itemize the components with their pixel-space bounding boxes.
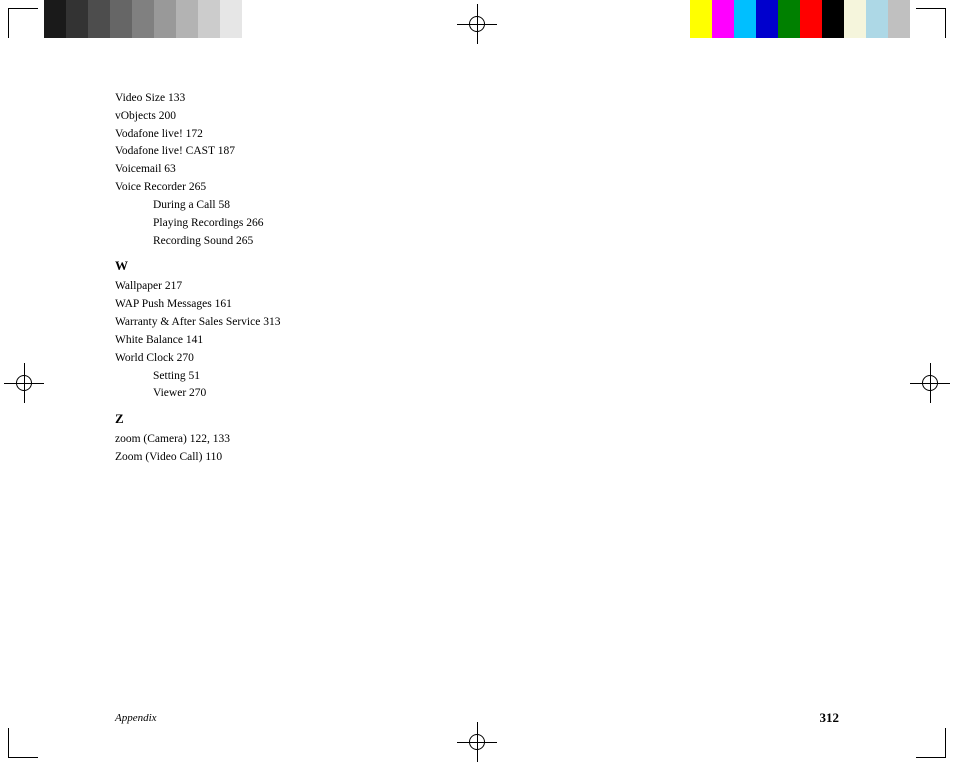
index-entry: Viewer 270 <box>115 385 839 403</box>
color-bar <box>690 0 712 38</box>
crosshair-right <box>910 363 950 403</box>
color-bar <box>88 0 110 38</box>
color-bar <box>132 0 154 38</box>
index-entry: Voicemail 63 <box>115 161 839 179</box>
color-bars-left <box>44 0 264 38</box>
index-entry: World Clock 270 <box>115 350 839 368</box>
color-bar <box>44 0 66 38</box>
color-bar <box>110 0 132 38</box>
index-entry: WAP Push Messages 161 <box>115 296 839 314</box>
index-entry: vObjects 200 <box>115 108 839 126</box>
index-entry: Warranty & After Sales Service 313 <box>115 314 839 332</box>
index-entry: Setting 51 <box>115 368 839 386</box>
index-entry: Voice Recorder 265 <box>115 179 839 197</box>
crosshair-bottom <box>457 722 497 762</box>
index-content: Video Size 133vObjects 200Vodafone live!… <box>115 90 839 467</box>
index-entry: zoom (Camera) 122, 133 <box>115 431 839 449</box>
w-section-letter: W <box>115 256 839 276</box>
crop-mark-tl <box>8 8 38 38</box>
color-bar <box>242 0 264 38</box>
index-entry: Vodafone live! 172 <box>115 126 839 144</box>
color-bar <box>176 0 198 38</box>
color-bar <box>844 0 866 38</box>
index-entry: Wallpaper 217 <box>115 278 839 296</box>
index-entry: Playing Recordings 266 <box>115 215 839 233</box>
index-entry: Vodafone live! CAST 187 <box>115 143 839 161</box>
index-entry: Zoom (Video Call) 110 <box>115 449 839 467</box>
color-bar <box>822 0 844 38</box>
index-entry: White Balance 141 <box>115 332 839 350</box>
index-entry: Video Size 133 <box>115 90 839 108</box>
color-bar <box>712 0 734 38</box>
crosshair-top <box>457 4 497 44</box>
color-bar <box>778 0 800 38</box>
index-entry: Recording Sound 265 <box>115 233 839 251</box>
footer-appendix-label: Appendix <box>115 712 157 724</box>
crop-mark-bl <box>8 728 38 758</box>
crop-mark-tr <box>916 8 946 38</box>
color-bar <box>154 0 176 38</box>
color-bar <box>66 0 88 38</box>
color-bar <box>756 0 778 38</box>
v-section-items: Video Size 133vObjects 200Vodafone live!… <box>115 90 839 250</box>
crosshair-left <box>4 363 44 403</box>
index-entry: During a Call 58 <box>115 197 839 215</box>
footer-page-number: 312 <box>820 710 840 726</box>
crop-mark-br <box>916 728 946 758</box>
z-section-letter: Z <box>115 409 839 429</box>
color-bar <box>198 0 220 38</box>
footer: Appendix 312 <box>0 710 954 726</box>
color-bar <box>734 0 756 38</box>
color-bar <box>888 0 910 38</box>
color-bar <box>220 0 242 38</box>
color-bar <box>866 0 888 38</box>
w-section-items: Wallpaper 217WAP Push Messages 161Warran… <box>115 278 839 403</box>
z-section-items: zoom (Camera) 122, 133Zoom (Video Call) … <box>115 431 839 467</box>
color-bars-right <box>690 0 910 38</box>
color-bar <box>800 0 822 38</box>
